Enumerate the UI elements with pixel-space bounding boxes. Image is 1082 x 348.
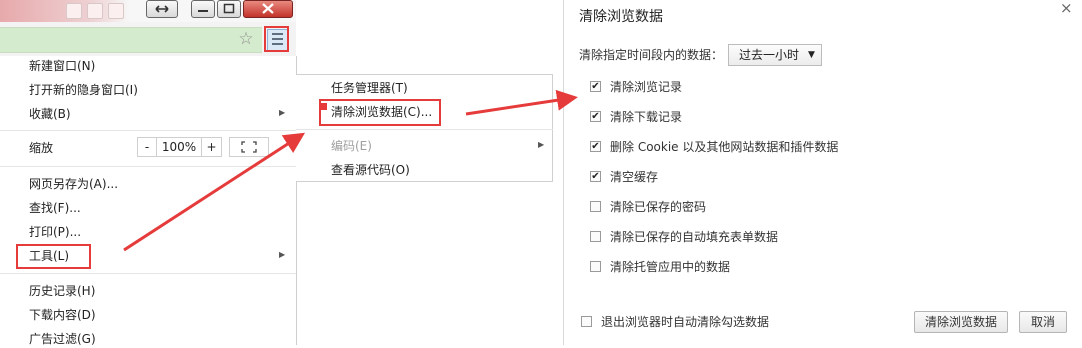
annotation-overlay: [123, 89, 578, 252]
arrow-submenu-to-dialog-icon: [465, 89, 578, 116]
arrow-tools-to-submenu-icon: [123, 132, 306, 252]
